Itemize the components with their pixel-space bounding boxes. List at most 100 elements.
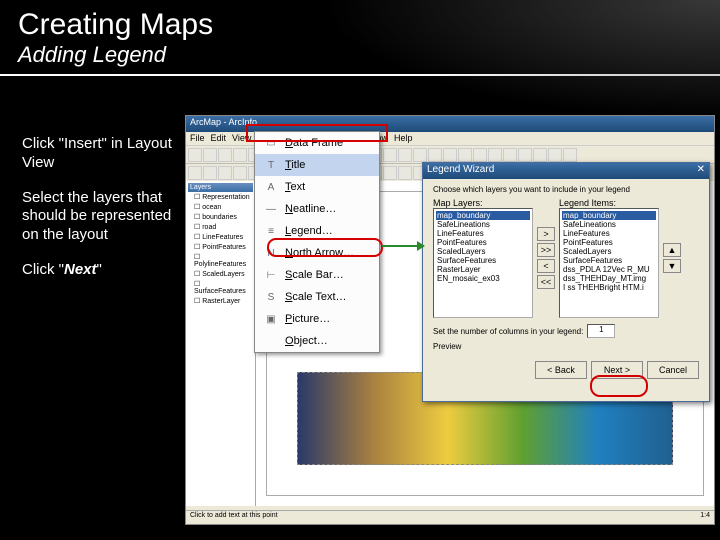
- tool-icon[interactable]: [443, 148, 457, 162]
- list-item[interactable]: SurfaceFeatures: [436, 256, 530, 265]
- tool-icon[interactable]: [188, 166, 202, 180]
- menu-edit[interactable]: Edit: [211, 133, 227, 143]
- tool-icon[interactable]: [218, 148, 232, 162]
- menu-item-label: Data Frame: [285, 137, 343, 149]
- scaletext-icon: S: [263, 290, 279, 304]
- tool-icon[interactable]: [398, 148, 412, 162]
- menu-item-neatline[interactable]: —Neatline…: [255, 198, 379, 220]
- menu-item-legend[interactable]: ≡Legend…: [255, 220, 379, 242]
- tool-icon[interactable]: [203, 166, 217, 180]
- list-item[interactable]: RasterLayer: [436, 265, 530, 274]
- columns-spinner[interactable]: 1: [587, 324, 615, 338]
- cancel-button[interactable]: Cancel: [647, 361, 699, 379]
- toc-item[interactable]: ☐ Representation: [188, 192, 253, 202]
- divider: [0, 74, 720, 76]
- toc-item[interactable]: ☐ boundaries: [188, 212, 253, 222]
- move-up-button[interactable]: ▲: [663, 243, 681, 257]
- menu-item-scalebar[interactable]: ⊢Scale Bar…: [255, 264, 379, 286]
- legend-items-list[interactable]: map_boundarySafeLineationsLineFeaturesPo…: [559, 208, 659, 318]
- back-button[interactable]: < Back: [535, 361, 587, 379]
- northarrow-icon: N: [263, 246, 279, 260]
- insert-menu[interactable]: ▭Data FrameTTitleAText—Neatline…≡Legend……: [254, 131, 380, 353]
- list-item[interactable]: LineFeatures: [562, 229, 656, 238]
- list-item[interactable]: SafeLineations: [436, 220, 530, 229]
- menu-item-object[interactable]: Object…: [255, 330, 379, 352]
- list-item[interactable]: PointFeatures: [562, 238, 656, 247]
- menu-item-label: Picture…: [285, 313, 330, 325]
- menu-item-label: Text: [285, 181, 305, 193]
- menu-item-dataframe[interactable]: ▭Data Frame: [255, 132, 379, 154]
- list-item[interactable]: I ss THEHBright HTM.i: [562, 283, 656, 292]
- tool-icon[interactable]: [233, 166, 247, 180]
- close-icon[interactable]: ✕: [697, 164, 705, 178]
- menu-item-scaletext[interactable]: SScale Text…: [255, 286, 379, 308]
- list-item[interactable]: EN_mosaic_ex03: [436, 274, 530, 283]
- toc-item[interactable]: ☐ ScaledLayers: [188, 269, 253, 279]
- map-layers-list[interactable]: map_boundarySafeLineationsLineFeaturesPo…: [433, 208, 533, 318]
- tool-icon[interactable]: [488, 148, 502, 162]
- wizard-prompt: Choose which layers you want to include …: [433, 185, 699, 194]
- remove-all-button[interactable]: <<: [537, 275, 555, 289]
- step-1: Click "Insert" in Layout View: [22, 135, 182, 173]
- tool-icon[interactable]: [218, 166, 232, 180]
- preview-button[interactable]: Preview: [433, 342, 699, 351]
- next-button[interactable]: Next >: [591, 361, 643, 379]
- transfer-buttons: > >> < <<: [537, 198, 555, 318]
- list-item[interactable]: map_boundary: [562, 211, 656, 220]
- toc-item[interactable]: ☐ ocean: [188, 202, 253, 212]
- menu-item-title[interactable]: TTitle: [255, 154, 379, 176]
- list-item[interactable]: PointFeatures: [436, 238, 530, 247]
- tool-icon[interactable]: [473, 148, 487, 162]
- menu-view[interactable]: View: [232, 133, 251, 143]
- tool-icon[interactable]: [563, 148, 577, 162]
- tool-icon[interactable]: [383, 166, 397, 180]
- slide-title: Creating Maps: [0, 0, 720, 42]
- tool-icon[interactable]: [518, 148, 532, 162]
- tool-icon[interactable]: [383, 148, 397, 162]
- menu-item-label: Scale Bar…: [285, 269, 344, 281]
- tool-icon[interactable]: [548, 148, 562, 162]
- menu-item-text[interactable]: AText: [255, 176, 379, 198]
- list-item[interactable]: ScaledLayers: [436, 247, 530, 256]
- toc-item[interactable]: ☐ PointFeatures: [188, 242, 253, 252]
- tool-icon[interactable]: [533, 148, 547, 162]
- menu-file[interactable]: File: [190, 133, 205, 143]
- add-all-button[interactable]: >>: [537, 243, 555, 257]
- tool-icon[interactable]: [233, 148, 247, 162]
- toc-item[interactable]: ☐ PolylineFeatures: [188, 252, 253, 269]
- status-left: Click to add text at this point: [190, 512, 278, 523]
- tool-icon[interactable]: [458, 148, 472, 162]
- list-item[interactable]: map_boundary: [436, 211, 530, 220]
- menu-help[interactable]: Help: [394, 133, 413, 143]
- wizard-titlebar[interactable]: Legend Wizard ✕: [423, 163, 709, 179]
- menu-item-label: Legend…: [285, 225, 333, 237]
- status-right: 1:4: [700, 512, 710, 523]
- list-item[interactable]: dss_THEHDay_MT.img: [562, 274, 656, 283]
- tool-icon[interactable]: [503, 148, 517, 162]
- list-item[interactable]: LineFeatures: [436, 229, 530, 238]
- tool-icon[interactable]: [203, 148, 217, 162]
- toc-item[interactable]: ☐ road: [188, 222, 253, 232]
- menu-item-picture[interactable]: ▣Picture…: [255, 308, 379, 330]
- toc-item[interactable]: ☐ SurfaceFeatures: [188, 279, 253, 296]
- list-item[interactable]: ScaledLayers: [562, 247, 656, 256]
- tool-icon[interactable]: [398, 166, 412, 180]
- tool-icon[interactable]: [413, 148, 427, 162]
- arcmap-titlebar: ArcMap - ArcInfo: [186, 116, 714, 132]
- move-down-button[interactable]: ▼: [663, 259, 681, 273]
- list-item[interactable]: dss_PDLA 12Vec R_MU: [562, 265, 656, 274]
- tool-icon[interactable]: [428, 148, 442, 162]
- statusbar: Click to add text at this point 1:4: [186, 510, 714, 524]
- list-item[interactable]: SafeLineations: [562, 220, 656, 229]
- toc-item[interactable]: ☐ LineFeatures: [188, 232, 253, 242]
- remove-button[interactable]: <: [537, 259, 555, 273]
- toc-item[interactable]: ☐ RasterLayer: [188, 296, 253, 306]
- add-button[interactable]: >: [537, 227, 555, 241]
- toc-header: Layers: [188, 183, 253, 192]
- menu-item-label: Object…: [285, 335, 328, 347]
- step-2: Select the layers that should be represe…: [22, 189, 182, 245]
- menu-item-northarrow[interactable]: NNorth Arrow…: [255, 242, 379, 264]
- list-item[interactable]: SurfaceFeatures: [562, 256, 656, 265]
- table-of-contents[interactable]: Layers ☐ Representation☐ ocean☐ boundari…: [186, 181, 256, 506]
- tool-icon[interactable]: [188, 148, 202, 162]
